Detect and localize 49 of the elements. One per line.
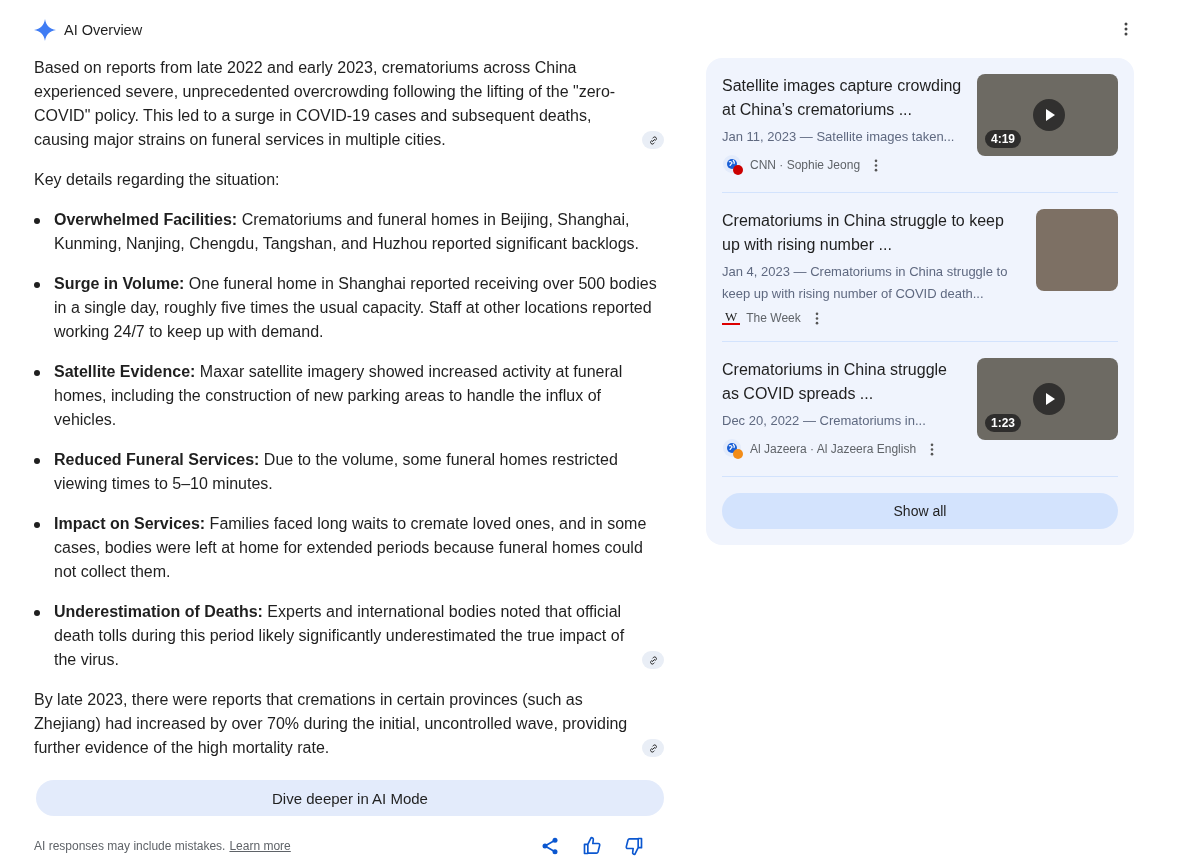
source-snippet: Dec 20, 2022 — Crematoriums in... [722, 412, 927, 430]
source-title-link[interactable]: Satellite images capture crowding at China’s crematoriums ... [722, 74, 967, 122]
play-icon[interactable] [1033, 383, 1065, 415]
bullet-text: Underestimation of Deaths: Experts and international bodies noted that official death tolls during this period likely significantly underestimated the true impact of the virus. [54, 602, 626, 670]
bullet-text: Overwhelmed Facilities: Crematoriums and funeral homes in Beijing, Shanghai, Kunming, Nanjing, Chengdu, Tangshan, and Huzhou reported significant backlogs. [54, 210, 640, 254]
share-icon[interactable] [540, 836, 560, 856]
more-options-icon[interactable] [874, 158, 879, 172]
video-thumbnail[interactable]: 4:19 [977, 74, 1118, 156]
sparkle-icon [34, 19, 56, 41]
learn-more-link[interactable]: Learn more [229, 839, 291, 853]
source-title-link[interactable]: Crematoriums in China struggle as COVID spreads ... [722, 358, 967, 406]
intro-paragraph: Based on reports from late 2022 and early 2023, crematoriums across China experienced severe, unprecedented overcrowding following the lifting of the "zero-COVID" policy. This led to a surge in COVID-19 cases and subsequent deaths, causing major strains on funeral services in multiple cities. [34, 58, 617, 150]
show-all-button[interactable]: Show all [722, 493, 1118, 529]
bullet-icon [34, 370, 40, 376]
source-title-link[interactable]: Crematoriums in China struggle to keep up with rising number ... [722, 209, 1026, 257]
video-thumbnail[interactable]: 1:23 [977, 358, 1118, 440]
bullet-icon [34, 218, 40, 224]
more-options-icon[interactable] [930, 442, 935, 456]
bullet-icon [34, 458, 40, 464]
link-icon[interactable] [642, 131, 664, 149]
bullet-icon [34, 522, 40, 528]
source-snippet: Jan 11, 2023 — Satellite images taken... [722, 128, 956, 146]
play-icon[interactable] [1033, 99, 1065, 131]
link-icon[interactable] [642, 651, 664, 669]
thumbs-up-icon[interactable] [582, 836, 602, 856]
bullet-text: Reduced Funeral Services: Due to the volume, some funeral homes restricted viewing times to 5–10 minutes. [54, 450, 619, 494]
link-icon[interactable] [642, 739, 664, 757]
video-duration: 4:19 [985, 130, 1022, 148]
video-duration: 1:23 [985, 414, 1022, 432]
bullet-icon [34, 610, 40, 616]
source-snippet: Jan 4, 2023 — Crematoriums in China struggle to keep up with rising number of COVID death... [722, 263, 1009, 303]
dive-deeper-button[interactable]: Dive deeper in AI Mode [36, 780, 664, 816]
globe-icon [722, 438, 744, 460]
source-name: CNN · Sophie Jeong [750, 158, 861, 172]
closing-paragraph: By late 2023, there were reports that cremations in certain provinces (such as Zhejiang) had increased by over 70% during the initial, uncontrolled wave, providing further evidence of the high mortality rate. [34, 690, 629, 758]
lead-in-text: Key details regarding the situation: [34, 170, 281, 190]
more-options-icon[interactable] [814, 311, 819, 325]
bullet-icon [34, 282, 40, 288]
bullet-text: Satellite Evidence: Maxar satellite imagery showed increased activity at funeral homes, including the construction of new parking areas to handle the influx of vehicles. [54, 362, 624, 430]
source-name: The Week [746, 311, 801, 325]
source-name: Al Jazeera · Al Jazeera English [750, 442, 917, 456]
site-logo: W [722, 311, 741, 325]
overview-title: AI Overview [64, 22, 143, 38]
thumbs-down-icon[interactable] [624, 836, 644, 856]
bullet-text: Surge in Volume: One funeral home in Shanghai reported receiving over 500 bodies in a single day, roughly five times the usual capacity. Staff at other locations reported working 24/7 to keep up with demand. [54, 274, 658, 342]
disclaimer-text: AI responses may include mistakes. [34, 839, 226, 853]
bullet-text: Impact on Services: Families faced long waits to cremate loved ones, and in some cases, bodies were left at home for extended periods because funeral homes could not collect them. [54, 514, 648, 582]
globe-icon [722, 154, 744, 176]
more-options-icon[interactable] [1124, 22, 1128, 36]
